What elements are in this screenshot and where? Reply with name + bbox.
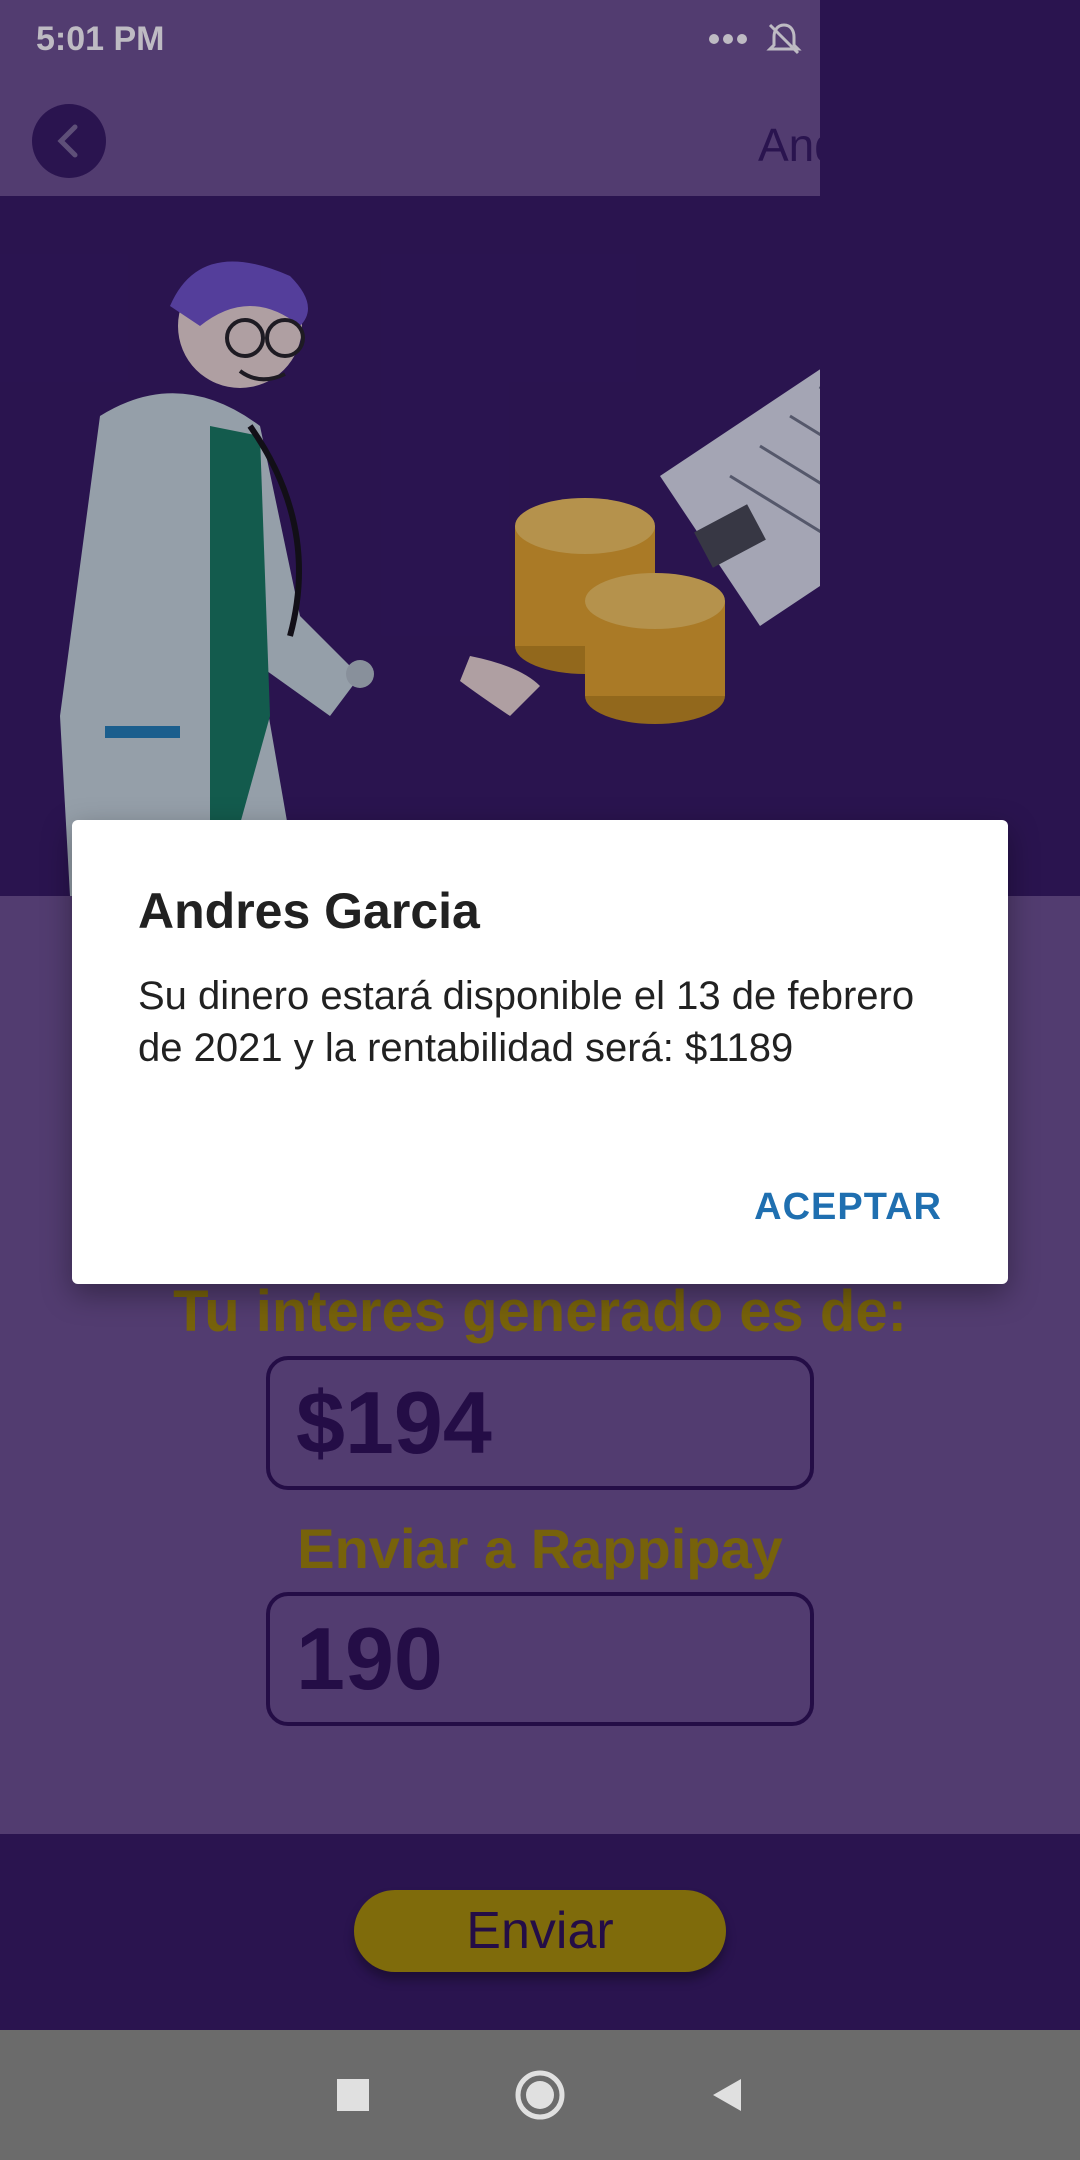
recents-square-icon[interactable] <box>333 2075 373 2115</box>
dialog-title: Andres Garcia <box>138 883 480 939</box>
back-triangle-icon[interactable] <box>707 2075 747 2115</box>
app-screen: 5:01 PM 100 <box>0 0 1080 2160</box>
home-circle-icon[interactable] <box>513 2068 567 2122</box>
accept-button[interactable]: ACEPTAR <box>754 1186 942 1229</box>
system-nav-bar <box>0 2030 1080 2160</box>
alert-dialog: Andres Garcia Su dinero estará disponibl… <box>72 820 1008 1284</box>
dialog-message: Su dinero estará disponible el 13 de feb… <box>138 974 915 1070</box>
